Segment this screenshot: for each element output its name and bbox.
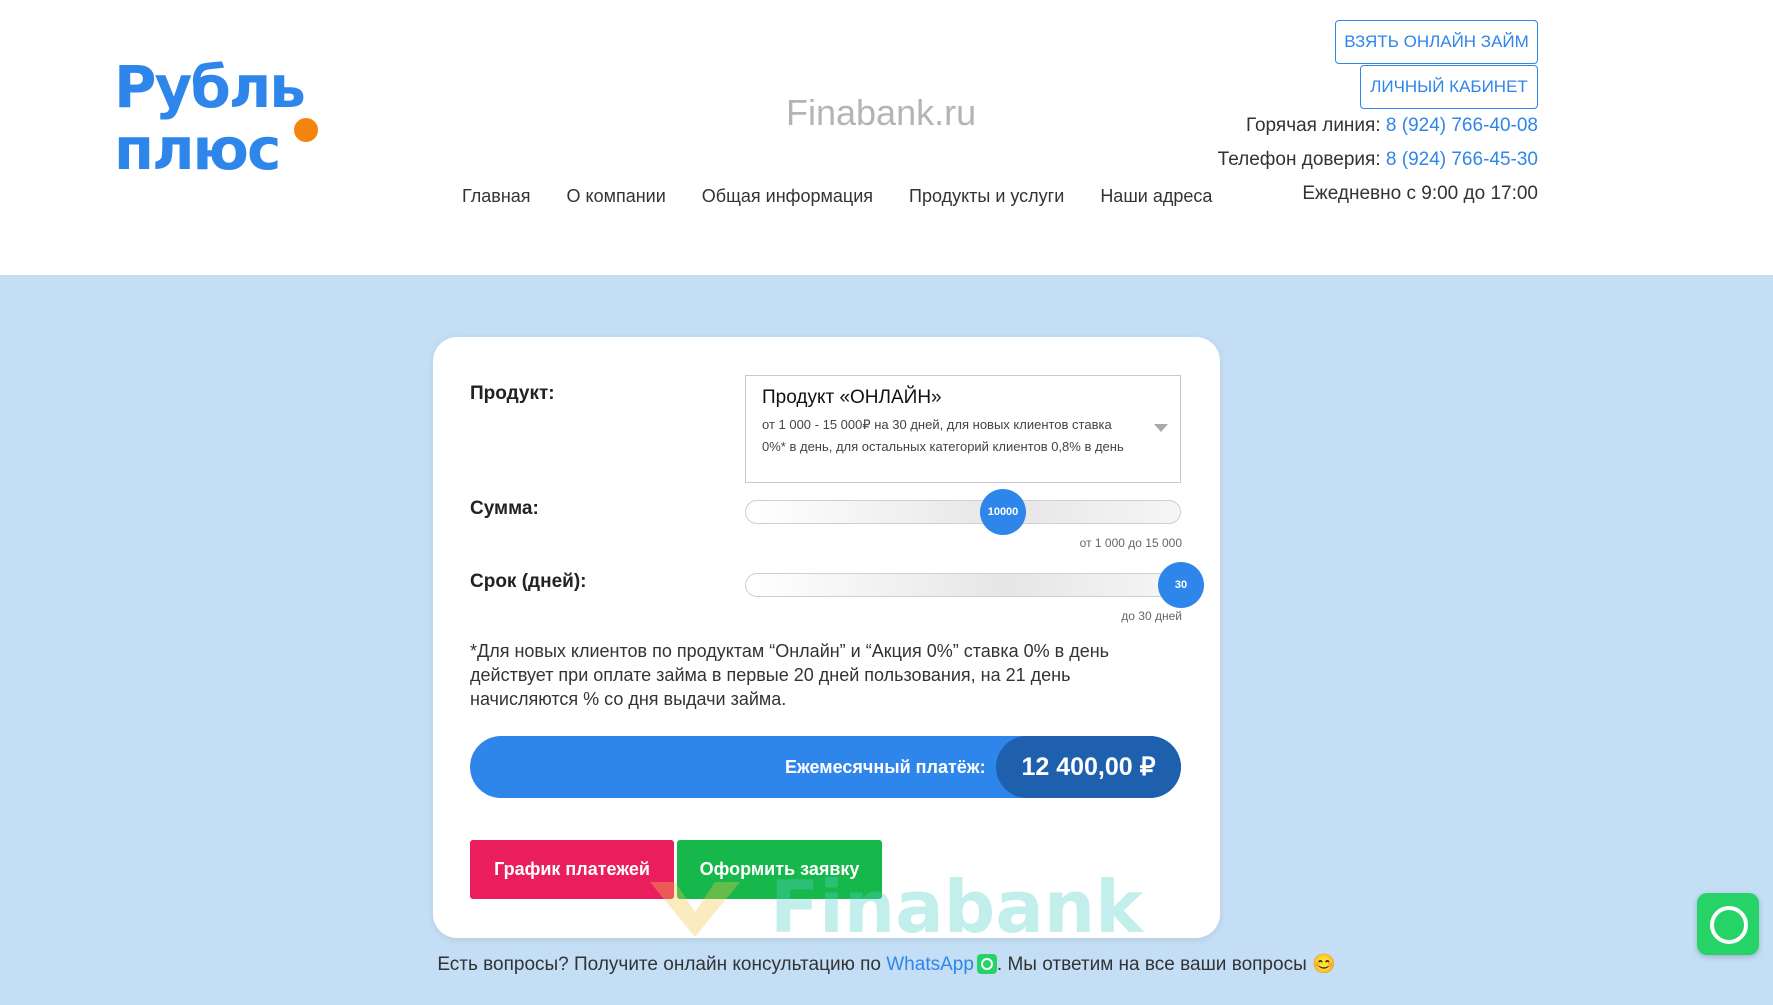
watermark-logo-icon <box>650 882 740 937</box>
hotline-label: Горячая линия: <box>1245 115 1381 136</box>
online-loan-button[interactable]: ВЗЯТЬ ОНЛАЙН ЗАЙМ <box>1335 20 1538 64</box>
term-label: Срок (дней): <box>470 571 587 592</box>
logo-text-line1: Рубль <box>114 53 306 121</box>
watermark: Finabank <box>620 862 1160 952</box>
working-hours: Ежедневно с 9:00 до 17:00 <box>1302 183 1538 204</box>
rate-note: *Для новых клиентов по продуктам “Онлайн… <box>470 641 1110 709</box>
footer-text-after: . Мы ответим на все ваши вопросы 😊 <box>996 954 1336 975</box>
term-slider-handle[interactable]: 30 <box>1158 562 1204 608</box>
product-label: Продукт: <box>470 383 555 404</box>
hotline-phone-link[interactable]: 8 (924) 766-40-08 <box>1386 115 1538 136</box>
loan-calculator-card: Продукт: Продукт «ОНЛАЙН» от 1 000 - 15 … <box>433 337 1220 938</box>
whatsapp-icon[interactable] <box>976 954 997 974</box>
watermark-text: Finabank <box>770 865 1143 949</box>
nav-home[interactable]: Главная <box>462 184 531 208</box>
chevron-down-icon <box>1154 424 1168 432</box>
nav-addresses[interactable]: Наши адреса <box>1100 184 1212 208</box>
logo-text-line2: плюс <box>114 115 281 183</box>
personal-cabinet-button[interactable]: ЛИЧНЫЙ КАБИНЕТ <box>1360 65 1538 109</box>
product-title: Продукт «ОНЛАЙН» <box>762 387 942 408</box>
nav-info[interactable]: Общая информация <box>702 184 873 208</box>
term-hint: до 30 дней <box>1121 609 1182 623</box>
trust-label: Телефон доверия: <box>1217 149 1381 170</box>
site-name: Finabank.ru <box>786 92 977 133</box>
main-nav: Главная О компании Общая информация Прод… <box>462 184 1248 208</box>
product-description: от 1 000 - 15 000₽ на 30 дней, для новых… <box>762 417 1124 454</box>
monthly-payment-bar: Ежемесячный платёж: 12 400,00 ₽ <box>470 736 1181 798</box>
trust-line: Телефон доверия: 8 (924) 766-45-30 <box>1218 149 1538 171</box>
footer-text-before: Есть вопросы? Получите онлайн консультац… <box>437 954 887 975</box>
nav-products[interactable]: Продукты и услуги <box>909 184 1064 208</box>
footer-consult: Есть вопросы? Получите онлайн консультац… <box>0 952 1773 976</box>
sum-slider[interactable]: 10000 <box>745 489 1181 535</box>
payment-label: Ежемесячный платёж: <box>785 757 986 777</box>
site-header: Рубль плюс Finabank.ru Главная О компани… <box>0 0 1773 275</box>
term-slider[interactable]: 30 <box>745 562 1204 608</box>
payment-value: 12 400,00 ₽ <box>996 736 1181 798</box>
nav-about[interactable]: О компании <box>567 184 666 208</box>
trust-phone-link[interactable]: 8 (924) 766-45-30 <box>1386 149 1538 170</box>
whatsapp-float-button[interactable] <box>1697 893 1759 955</box>
logo-dot-icon <box>294 118 318 142</box>
sum-slider-handle[interactable]: 10000 <box>980 489 1026 535</box>
product-select[interactable]: Продукт «ОНЛАЙН» от 1 000 - 15 000₽ на 3… <box>745 375 1181 483</box>
sum-hint: от 1 000 до 15 000 <box>1079 536 1182 550</box>
logo[interactable]: Рубль плюс <box>114 50 324 180</box>
sum-label: Сумма: <box>470 498 539 519</box>
whatsapp-link[interactable]: WhatsApp <box>886 954 974 975</box>
hotline: Горячая линия: 8 (924) 766-40-08 <box>1246 115 1538 137</box>
